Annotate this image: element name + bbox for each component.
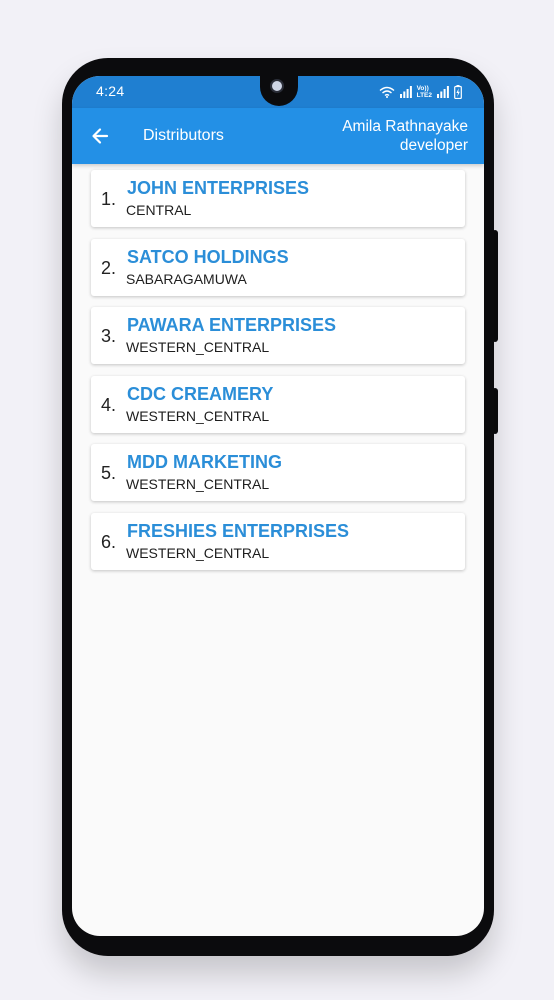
distributor-name: SATCO HOLDINGS <box>127 246 289 267</box>
distributor-name: FRESHIES ENTERPRISES <box>127 520 350 541</box>
distributor-number: 4. <box>101 394 117 415</box>
distributor-region: WESTERN_CENTRAL <box>126 339 270 355</box>
distributor-number: 1. <box>101 189 117 209</box>
distributor-region: WESTERN_CENTRAL <box>126 407 270 424</box>
volte-icon: Vo)) LTE2 <box>417 85 432 99</box>
distributor-region: CENTRAL <box>126 202 192 218</box>
distributor-card[interactable]: 2. SATCO HOLDINGS SABARAGAMUWA <box>91 238 465 296</box>
distributor-number: 2. <box>101 257 117 278</box>
distributor-number: 5. <box>101 463 117 483</box>
distributor-number: 6. <box>101 531 117 552</box>
battery-icon <box>454 85 462 99</box>
distributor-region: SABARAGAMUWA <box>126 270 247 287</box>
distributor-card[interactable]: 3. PAWARA ENTERPRISES WESTERN_CENTRAL <box>91 307 465 364</box>
wifi-icon <box>379 86 395 98</box>
distributor-name: PAWARA ENTERPRISES <box>127 315 337 335</box>
user-info: Amila Rathnayake developer <box>342 117 468 155</box>
arrow-left-icon <box>92 128 109 144</box>
status-icons: Vo)) LTE2 <box>379 83 462 101</box>
user-name: Amila Rathnayake <box>342 118 468 135</box>
volte-label-top: Vo)) <box>416 85 429 92</box>
page-title: Distributors <box>143 127 224 144</box>
distributor-card[interactable]: 6. FRESHIES ENTERPRISES WESTERN_CENTRAL <box>91 512 465 570</box>
app-bar: Distributors Amila Rathnayake developer <box>72 108 484 164</box>
signal-icon <box>437 86 449 98</box>
distributor-name: MDD MARKETING <box>127 452 282 472</box>
distributor-card[interactable]: 4. CDC CREAMERY WESTERN_CENTRAL <box>91 375 465 433</box>
distributor-number: 3. <box>101 326 117 346</box>
distributor-card[interactable]: 1. JOHN ENTERPRISES CENTRAL <box>91 170 465 227</box>
app-screen: 4:24 Vo)) LTE2 Distributors Amila Rathna… <box>72 76 484 936</box>
volte-label-bottom: LTE2 <box>416 92 432 99</box>
distributor-name: JOHN ENTERPRISES <box>127 178 310 198</box>
distributor-name: CDC CREAMERY <box>127 383 274 404</box>
front-camera <box>270 79 284 93</box>
user-role: developer <box>399 137 468 154</box>
signal-icon <box>399 86 412 98</box>
status-time: 4:24 <box>96 83 125 99</box>
back-button[interactable] <box>86 122 114 150</box>
distributor-region: WESTERN_CENTRAL <box>126 544 270 561</box>
distributor-card[interactable]: 5. MDD MARKETING WESTERN_CENTRAL <box>91 444 465 501</box>
distributor-list: 1. JOHN ENTERPRISES CENTRAL 2. SATCO HOL… <box>91 170 465 581</box>
distributor-region: WESTERN_CENTRAL <box>126 476 270 492</box>
